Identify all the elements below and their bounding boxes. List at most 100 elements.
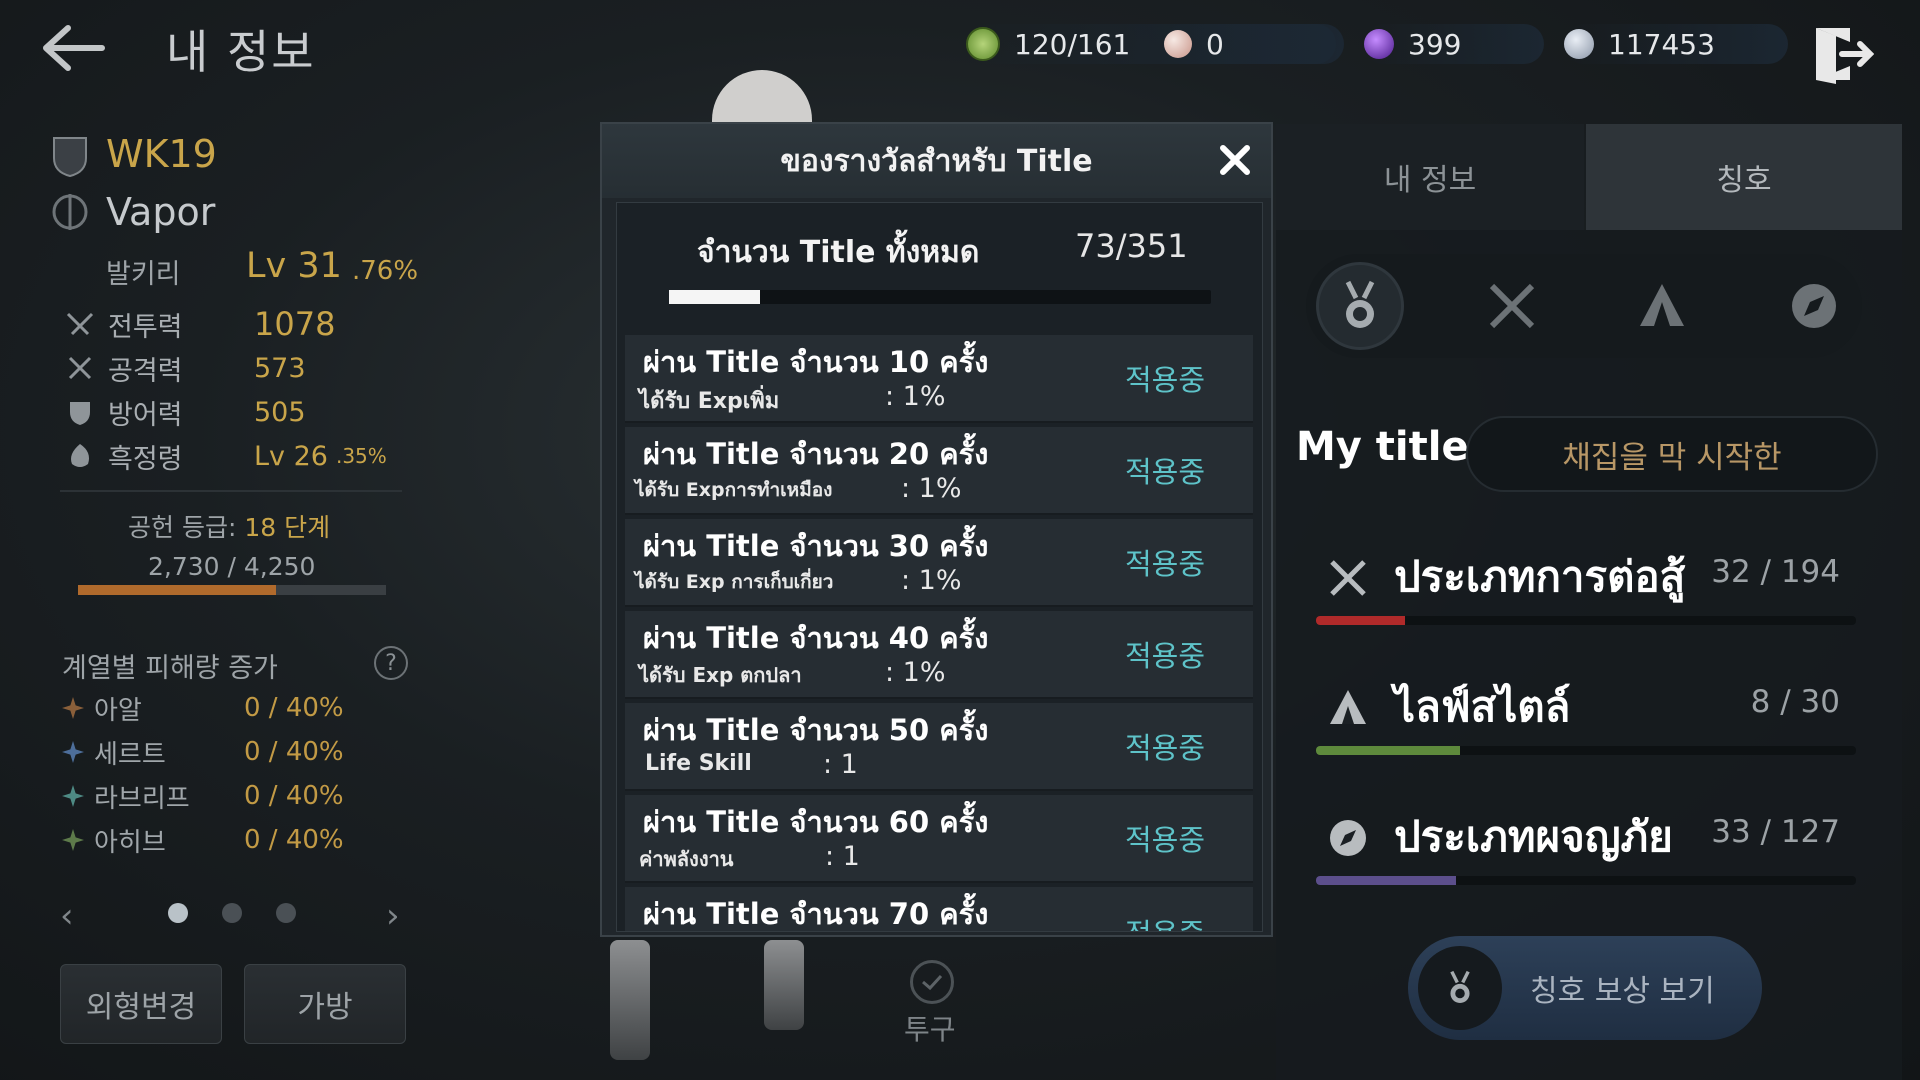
stat-percent: .35%	[335, 444, 387, 468]
total-titles-progress	[669, 290, 1211, 304]
my-title-label: My title	[1296, 424, 1469, 470]
contribution-label: 공헌 등급:	[128, 513, 237, 542]
elements-title: 계열별 피해량 증가	[62, 653, 278, 684]
reward-status[interactable]: 적용중	[1125, 541, 1205, 583]
reward-title: ผ่าน Title จำนวน 30 ครั้ง	[643, 529, 989, 563]
helmet-label: 투구	[904, 1013, 956, 1046]
class-emblem-icon	[50, 190, 90, 234]
stat-value: 505	[254, 396, 306, 428]
class-name: 발키리	[106, 259, 181, 290]
compass-icon	[1330, 820, 1366, 856]
reward-row: ผ่าน Title จำนวน 70 ครั้ง 적용중	[625, 887, 1253, 931]
reward-status[interactable]: 적용중	[1125, 911, 1205, 931]
back-button[interactable]	[38, 18, 108, 78]
currency-value: 120/161	[1014, 27, 1131, 61]
reward-stat: ค่าพลังงาน	[639, 847, 734, 871]
stat-label: 공격력	[108, 355, 183, 387]
title-category-name: ประเภทผจญภัย	[1394, 812, 1673, 861]
reward-stat: Life Skill	[645, 751, 752, 776]
medal-icon	[1345, 280, 1375, 328]
reward-title: ผ่าน Title จำนวน 50 ครั้ง	[643, 713, 989, 747]
reward-status[interactable]: 적용중	[1125, 357, 1205, 399]
black-spirit-icon	[66, 442, 94, 470]
element-value: 0 / 40%	[244, 825, 344, 855]
my-title-value[interactable]: 채집을 막 시작한	[1466, 416, 1878, 492]
bag-button[interactable]: 가방	[244, 964, 406, 1044]
reward-value: : 1	[825, 841, 860, 872]
page-next-button[interactable]: ›	[386, 896, 400, 936]
reward-status[interactable]: 적용중	[1125, 633, 1205, 675]
reward-list[interactable]: จำนวน Title ทั้งหมด 73/351 ผ่าน Title จำ…	[616, 202, 1263, 932]
modal-title: ของรางวัลสำหรับ Title	[602, 124, 1271, 198]
title-category-progress-fill	[1316, 616, 1406, 625]
reward-stat: ได้รับ Exp การเก็บเกี่ยว	[635, 571, 834, 593]
reward-title: ผ่าน Title จำนวน 40 ครั้ง	[643, 621, 989, 655]
tab-title[interactable]: 칭호	[1586, 124, 1902, 230]
close-button[interactable]	[1213, 138, 1257, 182]
element-label: 아알	[94, 695, 142, 726]
currency-value: 0	[1206, 27, 1224, 61]
element-label: 아히브	[94, 827, 166, 858]
title-category-lifestyle[interactable]: ไลฟ์สไตล์ 8 / 30	[1316, 674, 1856, 784]
contribution-progress-bar	[78, 585, 386, 595]
contribution-rank: 공헌 등급: 18 단계	[128, 508, 330, 544]
title-category-combat[interactable]: ประเภทการต่อสู้ 32 / 194	[1316, 544, 1856, 654]
level-percent: .76%	[352, 256, 419, 286]
contribution-progress-text: 2,730 / 4,250	[148, 552, 316, 581]
reward-status[interactable]: 적용중	[1125, 725, 1205, 767]
crossed-swords-icon	[1489, 283, 1535, 329]
stat-label: 흑정령	[108, 443, 183, 475]
category-all-button[interactable]	[1316, 262, 1404, 350]
reward-title: ผ่าน Title จำนวน 20 ครั้ง	[643, 437, 989, 471]
guild-name: WK19	[106, 132, 217, 176]
reward-stat: ได้รับ Expเพิ่ม	[639, 389, 780, 414]
reward-stat: ได้รับ Exp ตกปลา	[639, 663, 802, 687]
contribution-progress-fill	[78, 585, 276, 595]
currency-gem: 399	[1364, 24, 1544, 64]
reward-row: ผ่าน Title จำนวน 60 ครั้ง ค่าพลังงาน : 1…	[625, 795, 1253, 883]
reward-value: : 1	[823, 749, 858, 780]
tent-icon	[1330, 690, 1366, 724]
help-button[interactable]: ?	[374, 646, 408, 680]
page-dot-1[interactable]	[168, 903, 188, 923]
category-lifestyle-button[interactable]	[1618, 262, 1706, 350]
stat-attack: 공격력 573	[66, 350, 306, 387]
character-name: Vapor	[106, 190, 216, 234]
total-titles-progress-fill	[669, 290, 761, 304]
title-category-progress	[1316, 616, 1856, 625]
category-adventure-button[interactable]	[1770, 262, 1858, 350]
page-dot-3[interactable]	[276, 903, 296, 923]
title-category-name: ไลฟ์สไตล์	[1394, 682, 1571, 731]
reward-status[interactable]: 적용중	[1125, 817, 1205, 859]
element-ahib: 아히브 0 / 40%	[62, 822, 344, 858]
title-category-adventure[interactable]: ประเภทผจญภัย 33 / 127	[1316, 804, 1856, 914]
contribution-value: 18 단계	[244, 513, 331, 542]
check-icon[interactable]	[910, 960, 954, 1004]
element-value: 0 / 40%	[244, 781, 344, 811]
divider	[60, 490, 402, 492]
change-appearance-button[interactable]: 외형변경	[60, 964, 222, 1044]
character-level: Lv 31	[246, 246, 342, 286]
tab-my-info[interactable]: 내 정보	[1276, 124, 1584, 230]
title-category-progress-fill	[1316, 746, 1461, 755]
currency-value: 117453	[1608, 27, 1715, 61]
pearl-icon	[1164, 30, 1192, 58]
category-combat-button[interactable]	[1468, 262, 1556, 350]
element-labreve: 라브리프 0 / 40%	[62, 778, 344, 814]
page-dot-2[interactable]	[222, 903, 242, 923]
element-label: 라브리프	[94, 783, 190, 814]
element-sert: 세르트 0 / 40%	[62, 734, 344, 770]
view-title-rewards-button[interactable]: 칭호 보상 보기	[1408, 936, 1762, 1040]
exit-button[interactable]	[1810, 22, 1875, 86]
total-titles-value: 73/351	[1075, 227, 1188, 265]
exit-icon	[1816, 28, 1875, 84]
aal-icon	[62, 697, 84, 719]
character-leg-left	[610, 940, 650, 1060]
labreve-icon	[62, 785, 84, 807]
title-category-name: ประเภทการต่อสู้	[1394, 552, 1686, 601]
defense-icon	[66, 398, 94, 426]
page-prev-button[interactable]: ‹	[60, 896, 74, 936]
reward-status[interactable]: 적용중	[1125, 449, 1205, 491]
medal-icon	[1418, 946, 1502, 1030]
page-title: 내 정보	[166, 25, 316, 79]
